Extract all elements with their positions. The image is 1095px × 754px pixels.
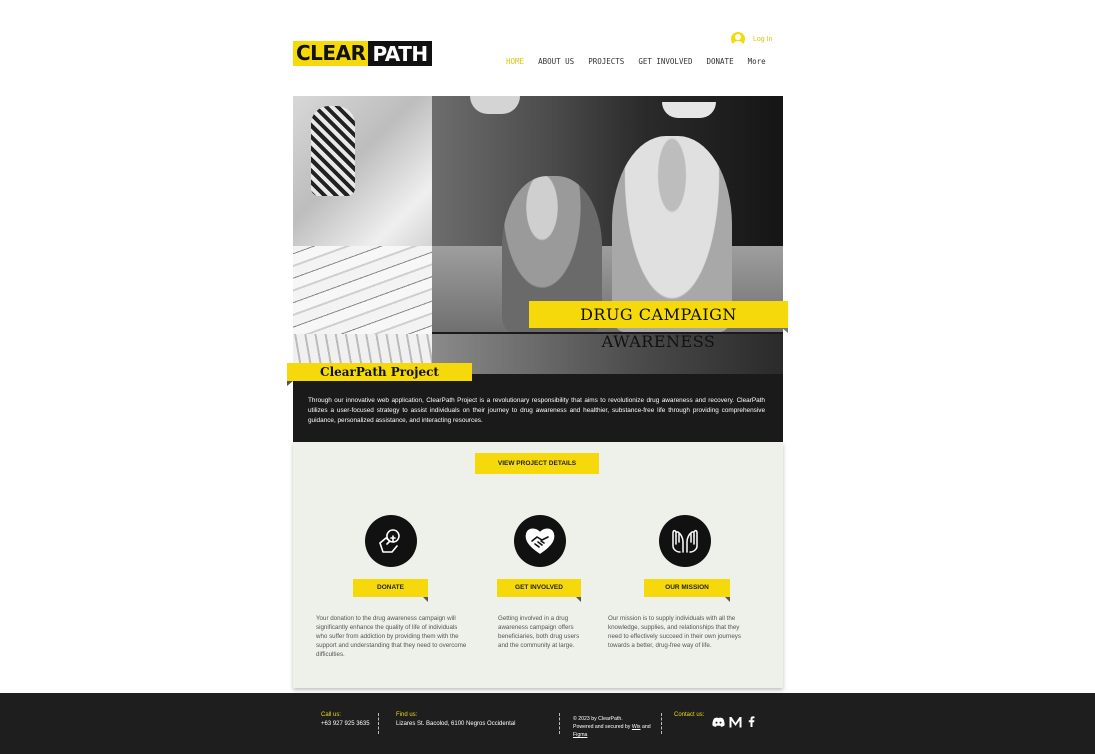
facebook-icon[interactable]	[748, 715, 755, 728]
footer-find: Find us: Lizares St. Bacolod, 6100 Negro…	[396, 711, 515, 729]
find-address: Lizares St. Bacolod, 6100 Negros Occiden…	[396, 721, 516, 727]
footer-divider	[559, 713, 560, 734]
footer-call: Call us: +63 927 925 3635	[321, 711, 370, 729]
donate-hand-icon[interactable]	[365, 515, 417, 567]
nav-item-home[interactable]: HOME	[506, 57, 524, 66]
nav-item-donate[interactable]: DONATE	[707, 57, 734, 66]
footer-copyright: © 2023 by ClearPath. Powered and secured…	[573, 715, 651, 739]
user-avatar-icon	[731, 32, 745, 46]
contact-heading: Contact us:	[674, 712, 705, 718]
hero-counseling-image	[432, 96, 783, 332]
nav-item-more[interactable]: More	[748, 57, 766, 66]
login-label: Log In	[753, 35, 773, 43]
nav-item-projects[interactable]: PROJECTS	[588, 57, 624, 66]
copyright-powered: Powered and secured by	[573, 724, 631, 730]
find-heading: Find us:	[396, 712, 418, 718]
footer-divider	[378, 713, 379, 734]
site-footer: Call us: +63 927 925 3635 Find us: Lizar…	[0, 693, 1095, 754]
figma-link[interactable]: Figma	[573, 732, 587, 738]
logo-path: PATH	[368, 41, 432, 66]
open-hands-icon[interactable]	[659, 515, 711, 567]
donate-text: Your donation to the drug awareness camp…	[316, 615, 467, 658]
clearpath-logo[interactable]: CLEAR PATH	[293, 41, 432, 66]
view-project-details-button[interactable]: VIEW PROJECT DETAILS	[475, 453, 599, 474]
footer-contact: Contact us:	[674, 711, 704, 720]
copyright-line1: © 2023 by ClearPath.	[573, 716, 623, 722]
nav-item-about-us[interactable]: ABOUT US	[538, 57, 574, 66]
lamp-shape	[662, 102, 716, 118]
donate-label[interactable]: DONATE	[353, 579, 428, 602]
copyright-and: and	[641, 724, 651, 730]
footer-divider	[661, 713, 662, 734]
hero-posters-image	[293, 96, 432, 374]
campaign-title-banner: DRUG CAMPAIGN AWARENESS	[529, 301, 788, 351]
login-button[interactable]: Log In	[731, 32, 772, 46]
page: CLEAR PATH Log In HOME ABOUT US PROJECTS…	[0, 0, 1095, 754]
get-involved-label[interactable]: GET INVOLVED	[497, 579, 581, 602]
heart-handshake-icon[interactable]	[514, 515, 566, 567]
call-heading: Call us:	[321, 712, 342, 718]
our-mission-text: Our mission is to supply individuals wit…	[608, 615, 741, 649]
wix-link[interactable]: Wix	[632, 724, 641, 730]
project-description: Through our innovative web application, …	[308, 397, 765, 424]
our-mission-label[interactable]: OUR MISSION	[644, 579, 730, 602]
discord-icon[interactable]	[712, 715, 725, 728]
get-involved-text: Getting involved in a drug awareness cam…	[498, 615, 580, 649]
call-phone[interactable]: +63 927 925 3635	[321, 721, 370, 727]
hero-section	[293, 96, 783, 442]
logo-clear: CLEAR	[293, 41, 369, 66]
lamp-shape	[470, 96, 520, 114]
medium-m-icon[interactable]	[729, 715, 742, 728]
project-title-banner: ClearPath Project	[287, 363, 472, 386]
nav-item-get-involved[interactable]: GET INVOLVED	[638, 57, 692, 66]
main-nav: HOME ABOUT US PROJECTS GET INVOLVED DONA…	[506, 57, 766, 66]
